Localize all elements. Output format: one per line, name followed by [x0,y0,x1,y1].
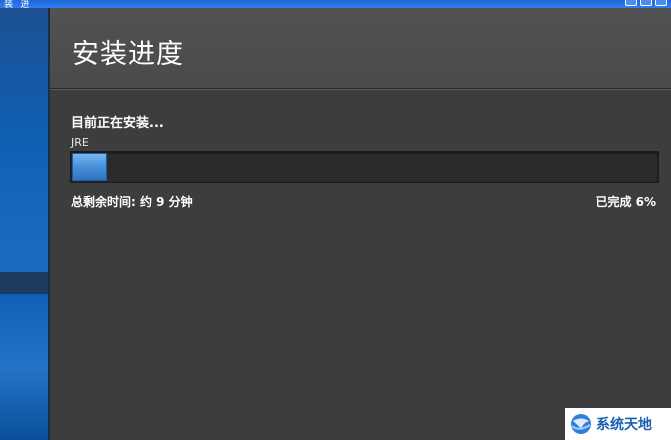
watermark-logo: 系统天地 [565,408,671,440]
installer-header: 安装进度 [50,8,671,89]
window-titlebar: 装 进 [0,0,671,10]
desktop-background-strip [0,0,50,440]
installer-screen: 装 进 安装进度 目前正在安装... JRE 总剩余时间: 约 9 分钟 已完成… [0,0,671,440]
install-status-text: 目前正在安装... [71,116,164,131]
installer-main-panel: 安装进度 目前正在安装... JRE 总剩余时间: 约 9 分钟 已完成 6% [50,8,671,440]
window-controls [625,0,667,6]
desktop-band [0,272,50,294]
window-title: 装 进 [4,0,31,10]
percent-complete-text: 已完成 6% [595,195,656,209]
minimize-button[interactable] [625,0,637,6]
watermark-text: 系统天地 [596,417,652,433]
install-progress-bar [70,151,659,183]
desktop-lower-area [0,294,50,440]
progress-bar-fill [72,153,107,181]
time-remaining-text: 总剩余时间: 约 9 分钟 [71,195,193,209]
page-title: 安装进度 [72,39,184,70]
globe-logo-icon [571,414,591,434]
maximize-button[interactable] [640,0,652,6]
close-button[interactable] [655,0,667,6]
current-component-label: JRE [71,136,89,149]
